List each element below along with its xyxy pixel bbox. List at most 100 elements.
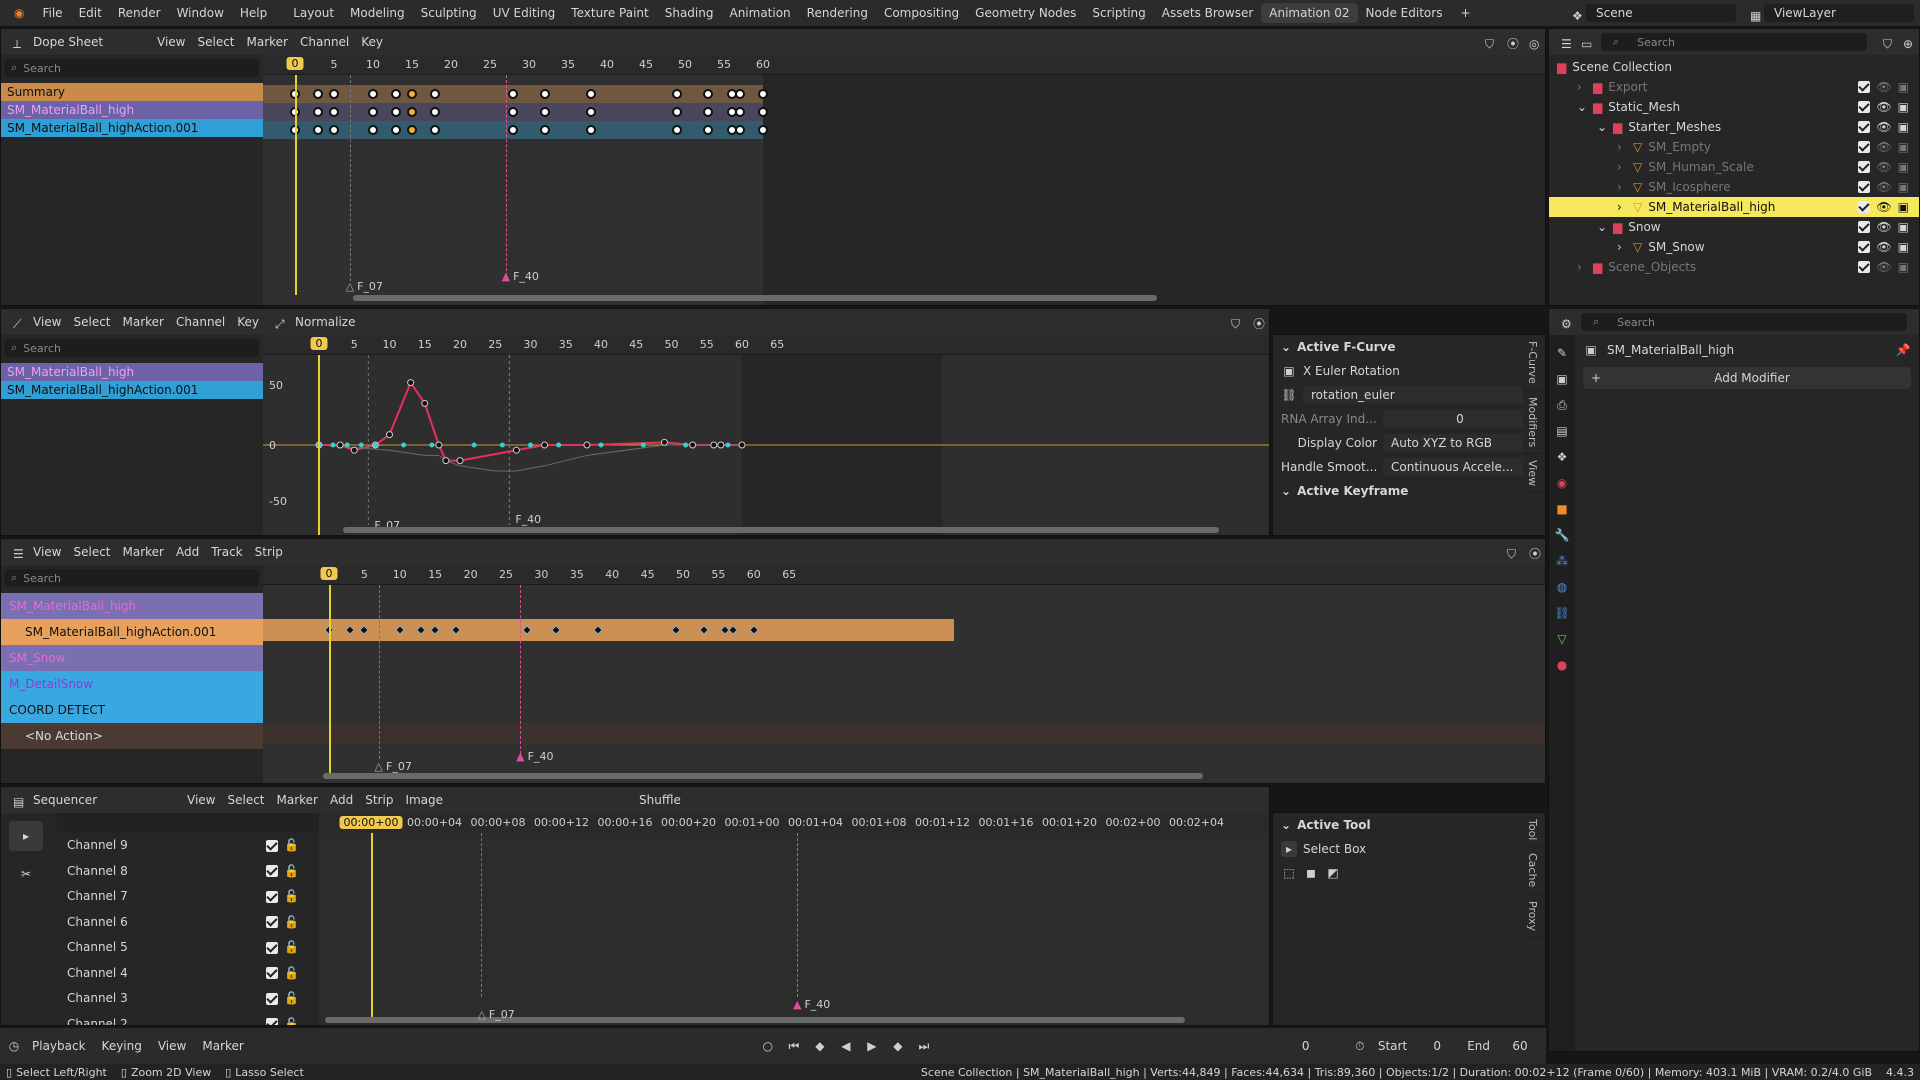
outliner-item-sm-materialball-high[interactable]: › ▽ SM_MaterialBall_high 👁 ▣ [1549, 197, 1919, 217]
keyframe[interactable] [539, 89, 550, 99]
fcurve-keyframe[interactable] [660, 438, 668, 446]
channel-sm-materialball-highaction-001[interactable]: SM_MaterialBall_highAction.001 [1, 381, 263, 399]
exclude-checkbox[interactable] [1858, 141, 1871, 153]
menu-render[interactable]: Render [110, 3, 169, 23]
workspace-tab-animation[interactable]: Animation [721, 3, 798, 23]
menu-keying[interactable]: Keying [94, 1037, 150, 1055]
handle-point[interactable] [528, 442, 533, 448]
eye-icon[interactable]: 👁 [1876, 117, 1891, 137]
channel-search[interactable]: ⌕ Search [5, 339, 259, 357]
fcurve-keyframe[interactable] [435, 441, 443, 449]
menu-strip[interactable]: Strip [359, 791, 399, 809]
keyframe[interactable] [313, 125, 324, 135]
disclosure-icon[interactable]: › [1577, 77, 1587, 97]
workspace-tab-assets-browser[interactable]: Assets Browser [1154, 3, 1262, 23]
next-key-icon[interactable]: ◆ [890, 1038, 906, 1054]
particles-tab-icon[interactable]: ⁂ [1554, 553, 1570, 569]
object-tab-icon[interactable]: ■ [1554, 501, 1570, 517]
keyframe[interactable] [508, 107, 519, 117]
horizontal-scrollbar[interactable] [343, 527, 1219, 533]
fcurve-keyframe[interactable] [336, 441, 344, 449]
eye-icon[interactable]: 👁 [1876, 77, 1891, 97]
handle-point[interactable] [330, 442, 336, 448]
channel-summary[interactable]: Summary [1, 83, 263, 101]
menu-file[interactable]: File [34, 3, 70, 23]
workspace-tab-geometry-nodes[interactable]: Geometry Nodes [967, 3, 1084, 23]
exclude-checkbox[interactable] [1858, 261, 1871, 273]
menu-marker[interactable]: Marker [271, 791, 324, 809]
current-frame-field[interactable]: 0 [1302, 1039, 1342, 1053]
workspace-tab-scripting[interactable]: Scripting [1084, 3, 1153, 23]
menu-add[interactable]: Add [324, 791, 359, 809]
disclosure-icon[interactable]: › [1617, 137, 1627, 157]
fcurve-keyframe[interactable] [456, 457, 464, 465]
fcurve-keyframe[interactable] [386, 431, 393, 439]
fcurve-keyframe[interactable] [583, 441, 591, 449]
channel-mute-checkbox[interactable] [266, 865, 279, 878]
sequencer-channel[interactable]: Channel 4 🔓 [57, 961, 319, 987]
sequencer-channel[interactable]: Channel 9 🔓 [57, 833, 319, 859]
eye-icon[interactable]: 👁 [1876, 177, 1891, 197]
menu-playback[interactable]: Playback [24, 1037, 94, 1055]
mode-subtract-icon[interactable]: ◩ [1325, 865, 1341, 881]
fcurve-keyframe[interactable] [512, 446, 520, 454]
normalize-toggle[interactable]: Normalize [289, 313, 361, 331]
tab-cache[interactable]: Cache [1523, 847, 1542, 895]
menu-marker[interactable]: Marker [194, 1037, 251, 1055]
active-tool-section[interactable]: ⌄ Active Tool [1273, 813, 1545, 837]
timecode-ruler[interactable]: 00:00+00 00:00+04 00:00+08 00:00+12 00:00+16… [319, 813, 1269, 833]
lock-icon[interactable]: 🔓 [284, 833, 299, 859]
marker-f-40[interactable]: ▲ F_40 [516, 750, 553, 763]
lock-icon[interactable]: 🔓 [284, 961, 299, 987]
menu-channel[interactable]: Channel [294, 33, 355, 51]
disclosure-icon[interactable]: ⌄ [1597, 217, 1607, 237]
scene-selector[interactable]: Scene [1586, 4, 1736, 22]
exclude-checkbox[interactable] [1858, 121, 1871, 133]
marker-f-40[interactable]: ▲ F_40 [502, 270, 539, 283]
outliner-item-sm-empty[interactable]: › ▽ SM_Empty 👁 ▣ [1549, 137, 1919, 157]
workspace-tab-uv-editing[interactable]: UV Editing [485, 3, 564, 23]
eye-icon[interactable]: 👁 [1876, 97, 1891, 117]
workspace-tab-compositing[interactable]: Compositing [876, 3, 967, 23]
camera-icon[interactable]: ▣ [1898, 137, 1909, 157]
exclude-checkbox[interactable] [1858, 221, 1871, 233]
exclude-checkbox[interactable] [1858, 241, 1871, 253]
lock-icon[interactable]: 🔓 [284, 1012, 299, 1026]
outliner-item-snow[interactable]: ⌄ ▆ Snow 👁 ▣ [1549, 217, 1919, 237]
snap-icon[interactable]: ⦿ [1523, 544, 1541, 561]
keyframe[interactable] [430, 125, 441, 135]
keyframe[interactable] [703, 125, 714, 135]
tool-tab-icon[interactable]: ✎ [1554, 345, 1570, 361]
fcurve-keyframe[interactable] [407, 379, 415, 387]
disclosure-icon[interactable]: › [1577, 257, 1587, 277]
nla-track-sm-snow[interactable]: SM_Snow [1, 645, 263, 671]
keyframe[interactable] [329, 89, 339, 99]
active-keyframe-section[interactable]: ⌄ Active Keyframe [1273, 479, 1545, 503]
sequencer-mode-selector[interactable]: Sequencer [27, 791, 177, 809]
mode-selector[interactable]: Dope Sheet [27, 33, 147, 51]
keyframe[interactable] [407, 107, 417, 117]
keyframe[interactable] [672, 89, 683, 99]
exclude-checkbox[interactable] [1858, 81, 1871, 93]
workspace-tab-texture-paint[interactable]: Texture Paint [563, 3, 656, 23]
keyframe[interactable] [368, 125, 378, 135]
disclosure-icon[interactable]: › [1617, 177, 1627, 197]
menu-channel[interactable]: Channel [170, 313, 231, 331]
editor-type-icon[interactable]: ▤ [7, 792, 24, 809]
menu-select[interactable]: Select [67, 313, 116, 331]
keyframe[interactable] [313, 107, 324, 117]
playhead[interactable] [371, 833, 373, 1017]
menu-marker[interactable]: Marker [117, 313, 170, 331]
current-timecode-badge[interactable]: 00:00+00 [339, 816, 403, 829]
camera-icon[interactable]: ▣ [1898, 197, 1909, 217]
jump-end-icon[interactable]: ⏭ [916, 1038, 932, 1054]
properties-search[interactable]: ⌕ Search [1581, 313, 1907, 331]
sequencer-strip-area[interactable] [319, 833, 1269, 1025]
editor-type-icon[interactable]: ⟂ [7, 34, 23, 51]
jump-start-icon[interactable]: ⏮ [786, 1038, 802, 1054]
channel-mute-checkbox[interactable] [266, 967, 279, 980]
keyframe[interactable] [672, 107, 683, 117]
select-tool-icon[interactable]: ▸ [9, 821, 43, 851]
pin-icon[interactable]: 📌 [1895, 342, 1911, 358]
handle-point[interactable] [683, 442, 689, 448]
